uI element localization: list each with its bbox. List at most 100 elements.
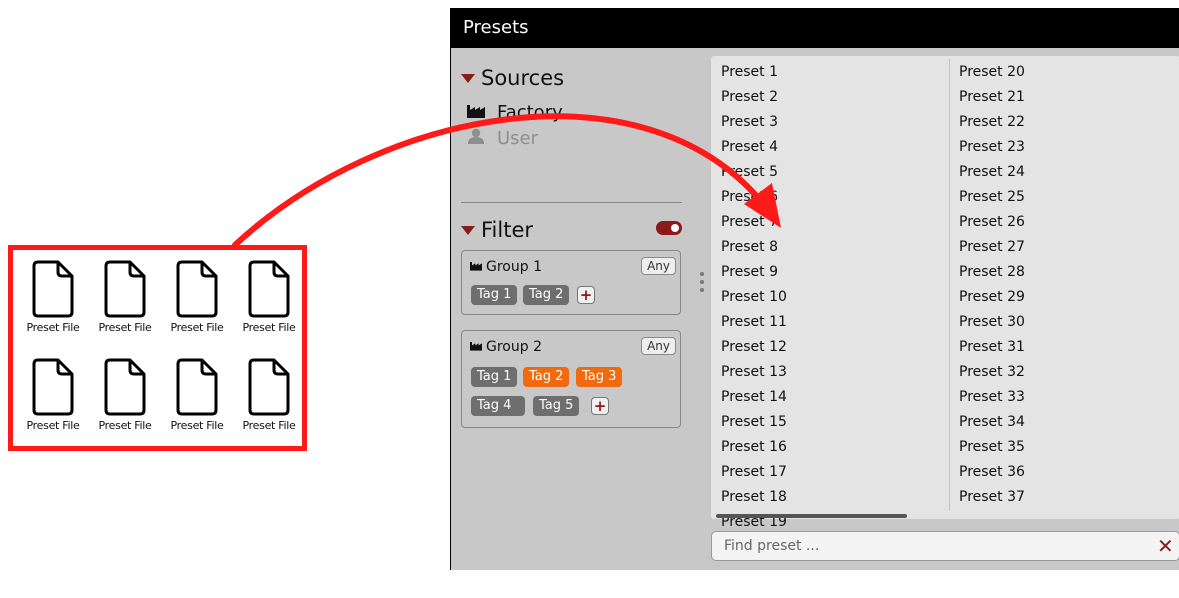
preset-list-item[interactable]: Preset 12: [721, 339, 787, 355]
sources-heading-label: Sources: [481, 66, 565, 90]
preset-file[interactable]: Preset File: [233, 358, 305, 432]
preset-list-item[interactable]: Preset 23: [959, 139, 1025, 155]
preset-list-item[interactable]: Preset 9: [721, 264, 778, 280]
tag-chip[interactable]: Tag 5: [533, 396, 580, 416]
file-icon: [176, 260, 218, 318]
preset-file[interactable]: Preset File: [89, 358, 161, 432]
preset-list-item[interactable]: Preset 22: [959, 114, 1025, 130]
add-tag-button[interactable]: +: [577, 286, 595, 304]
preset-list-item[interactable]: Preset 37: [959, 489, 1025, 505]
file-label: Preset File: [170, 321, 224, 334]
preset-list-item[interactable]: Preset 32: [959, 364, 1025, 380]
preset-list-item[interactable]: Preset 34: [959, 414, 1025, 430]
filter-heading-label: Filter: [481, 218, 534, 242]
filter-toggle[interactable]: [656, 221, 682, 235]
tag-chip[interactable]: Tag 1: [471, 285, 518, 305]
filter-heading[interactable]: Filter: [461, 218, 533, 242]
file-label: Preset File: [98, 321, 152, 334]
preset-list-item[interactable]: Preset 6: [721, 189, 778, 205]
collapse-triangle-icon: [461, 73, 475, 83]
find-preset-input[interactable]: [711, 531, 1179, 561]
group-header: Group 2: [470, 339, 542, 355]
preset-file[interactable]: Preset File: [161, 358, 233, 432]
group-name: Group 1: [486, 259, 542, 275]
panel-splitter-handle[interactable]: [700, 272, 704, 296]
group-mode-any-button[interactable]: Any: [641, 337, 676, 355]
sidebar: Sources Factory User Filter Group 1 Any …: [451, 48, 696, 594]
preset-list-item[interactable]: Preset 4: [721, 139, 778, 155]
tag-chip[interactable]: Tag 2: [523, 285, 570, 305]
favorite-heart-icon[interactable]: [478, 579, 492, 598]
group-header: Group 1: [470, 259, 542, 275]
preset-file[interactable]: Preset File: [89, 260, 161, 334]
file-label: Preset File: [242, 321, 296, 334]
file-label: Preset File: [170, 419, 224, 432]
column-divider: [949, 59, 950, 511]
factory-icon: [470, 259, 482, 275]
preset-list-item[interactable]: Preset 15: [721, 414, 787, 430]
file-label: Preset File: [26, 321, 80, 334]
tag-chip[interactable]: Tag 1: [471, 367, 518, 387]
file-icon: [104, 260, 146, 318]
preset-list-item[interactable]: Preset 28: [959, 264, 1025, 280]
preset-list-item[interactable]: Preset 16: [721, 439, 787, 455]
preset-list-item[interactable]: Preset 18: [721, 489, 787, 505]
factory-icon: [467, 102, 485, 123]
preset-file[interactable]: Preset File: [233, 260, 305, 334]
file-icon: [32, 358, 74, 416]
preset-list-item[interactable]: Preset 11: [721, 314, 787, 330]
preset-list-item[interactable]: Preset 31: [959, 339, 1025, 355]
file-icon: [248, 260, 290, 318]
add-tag-button[interactable]: +: [591, 397, 609, 415]
preset-files-box: Preset File Preset File Preset File Pres…: [8, 245, 307, 451]
file-icon: [248, 358, 290, 416]
tag-chip-active[interactable]: Tag 3: [576, 367, 623, 387]
preset-file[interactable]: Preset File: [161, 260, 233, 334]
file-label: Preset File: [242, 419, 296, 432]
source-item-factory[interactable]: Factory: [467, 102, 563, 123]
preset-list-item[interactable]: Preset 20: [959, 64, 1025, 80]
preset-list-item[interactable]: Preset 26: [959, 214, 1025, 230]
factory-icon: [470, 339, 482, 355]
preset-list-item[interactable]: Preset 21: [959, 89, 1025, 105]
group-mode-any-button[interactable]: Any: [641, 257, 676, 275]
preset-list-item[interactable]: Preset 17: [721, 464, 787, 480]
section-divider: [461, 202, 682, 203]
collapse-triangle-icon: [461, 225, 475, 235]
preset-list-item[interactable]: Preset 7: [721, 214, 778, 230]
preset-list-item[interactable]: Preset 35: [959, 439, 1025, 455]
horizontal-scrollbar[interactable]: [716, 514, 907, 518]
filter-group-1: Group 1 Any Tag 1 Tag 2 +: [461, 250, 681, 315]
preset-list-item[interactable]: Preset 30: [959, 314, 1025, 330]
preset-list-item[interactable]: Preset 27: [959, 239, 1025, 255]
preset-file[interactable]: Preset File: [17, 358, 89, 432]
preset-list-item[interactable]: Preset 3: [721, 114, 778, 130]
preset-list-item[interactable]: Preset 29: [959, 289, 1025, 305]
preset-list-item[interactable]: Preset 25: [959, 189, 1025, 205]
source-item-label: Factory: [497, 102, 563, 123]
preset-list-item[interactable]: Preset 2: [721, 89, 778, 105]
file-icon: [176, 358, 218, 416]
tag-chip[interactable]: Tag 4: [471, 396, 525, 416]
preset-list-item[interactable]: Preset 1: [721, 64, 778, 80]
preset-list-item[interactable]: Preset 33: [959, 389, 1025, 405]
filter-group-2: Group 2 Any Tag 1 Tag 2 Tag 3 Tag 4 Tag …: [461, 330, 681, 428]
preset-list-item[interactable]: Preset 10: [721, 289, 787, 305]
group-name: Group 2: [486, 339, 542, 355]
window-title: Presets: [451, 8, 1179, 48]
preset-list-item[interactable]: Preset 14: [721, 389, 787, 405]
preset-list-item[interactable]: Preset 5: [721, 164, 778, 180]
preset-list-item[interactable]: Preset 36: [959, 464, 1025, 480]
tag-chip-active[interactable]: Tag 2: [523, 367, 570, 387]
user-icon: [467, 128, 485, 149]
preset-list-item[interactable]: Preset 13: [721, 364, 787, 380]
sources-heading[interactable]: Sources: [461, 66, 564, 90]
preset-list-item[interactable]: Preset 24: [959, 164, 1025, 180]
preset-list-item[interactable]: Preset 8: [721, 239, 778, 255]
file-label: Preset File: [98, 419, 152, 432]
presets-window: Presets Sources Factory User Filter Grou…: [450, 8, 1179, 594]
source-item-user[interactable]: User: [467, 128, 538, 149]
preset-file[interactable]: Preset File: [17, 260, 89, 334]
clear-search-button[interactable]: ✕: [1157, 535, 1174, 557]
preset-list: Preset 1 Preset 2 Preset 3 Preset 4 Preset 5…: [711, 56, 1179, 530]
